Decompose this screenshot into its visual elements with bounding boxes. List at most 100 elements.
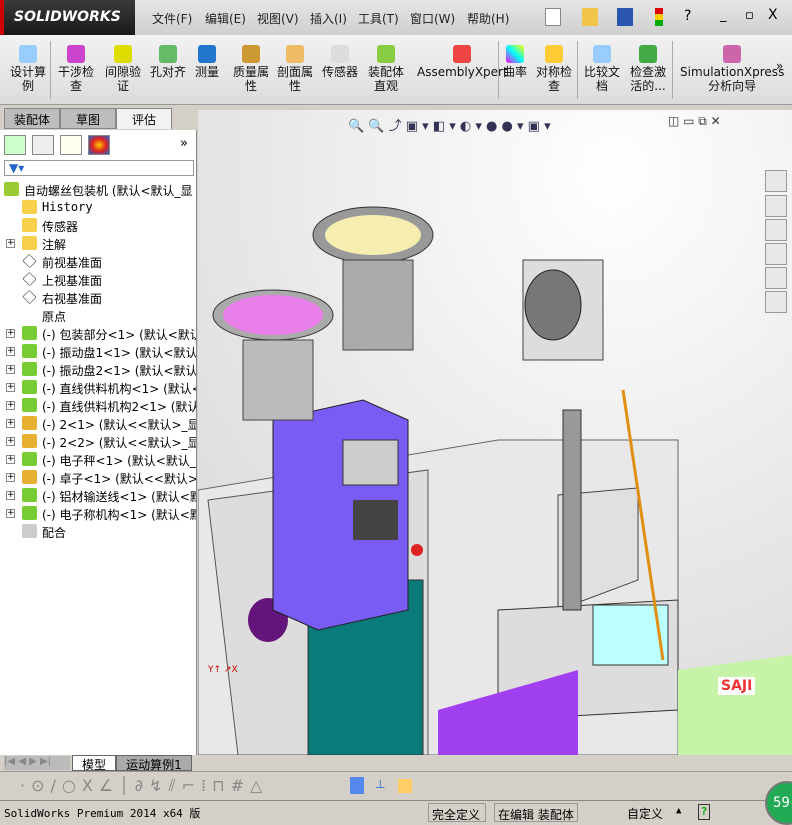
cmd-compare[interactable]: 比较文 档 (584, 45, 620, 93)
expand-icon[interactable]: + (6, 329, 15, 338)
expand-icon[interactable]: + (6, 365, 15, 374)
property-manager-tab-icon[interactable] (32, 135, 54, 155)
measure-tape-icon[interactable] (398, 779, 412, 793)
tab-nav-arrows[interactable]: |◀ ◀ ▶ ▶| (4, 756, 70, 770)
tree-item[interactable]: + (-) 直线供料机构<1> (默认< (0, 379, 196, 397)
cmd-assemblyxpert[interactable]: AssemblyXpert (417, 45, 508, 79)
tree-item-label: 原点 (42, 310, 67, 324)
viewport-window-controls[interactable]: ◫ ▭ ⧉ ✕ (668, 114, 721, 129)
menu-item[interactable]: 工具(T) (358, 10, 399, 27)
more-commands-chevron-icon[interactable]: » (776, 59, 783, 73)
sketch-tool-icons[interactable]: ·⊙/○X∠│∂↯⫽⌐⁞⊓#△ (20, 776, 268, 796)
cmd-interference[interactable]: 干涉检 查 (58, 45, 94, 93)
cmd-clearance[interactable]: 间隙验 证 (105, 45, 141, 93)
cmd-label: 剖面属 性 (277, 65, 314, 93)
tree-item[interactable]: History (0, 199, 196, 217)
tree-item[interactable]: 上视基准面 (0, 271, 196, 289)
expand-icon[interactable]: + (6, 383, 15, 392)
expand-icon[interactable]: + (6, 509, 15, 518)
tree-item[interactable]: + (-) 2<1> (默认<<默认>_显示 (0, 415, 196, 433)
restore-button[interactable]: ▫ (745, 8, 754, 23)
expand-icon[interactable]: + (6, 347, 15, 356)
menu-item[interactable]: 插入(I) (310, 10, 347, 27)
units-arrow-icon[interactable]: ▲ (676, 806, 681, 816)
menu-item[interactable]: 帮助(H) (467, 10, 509, 27)
tree-item[interactable]: + (-) 电子称机构<1> (默认<默 (0, 505, 196, 523)
expand-icon[interactable]: + (6, 491, 15, 500)
new-document-icon[interactable] (545, 8, 561, 26)
graphics-area[interactable]: 🔍 🔍 ⤴ ▣ ▾ ◧ ▾ ◐ ▾ ● ● ▾ ▣ ▾ ◫ ▭ ⧉ ✕ SAJI… (198, 110, 792, 755)
3d-view-icon[interactable] (350, 777, 364, 794)
configuration-tab-icon[interactable] (60, 135, 82, 155)
heads-up-view-toolbar[interactable]: 🔍 🔍 ⤴ ▣ ▾ ◧ ▾ ◐ ▾ ● ● ▾ ▣ ▾ (348, 115, 598, 134)
expand-chevron-icon[interactable]: » (180, 136, 188, 151)
tree-item[interactable]: + (-) 电子秤<1> (默认<默认_显 (0, 451, 196, 469)
cmd-check-active[interactable]: 检查激 活的... (630, 45, 666, 93)
tree-item[interactable]: + (-) 卓子<1> (默认<<默认>_显 (0, 469, 196, 487)
tree-item[interactable]: + 注解 (0, 235, 196, 253)
tree-item[interactable]: + (-) 直线供料机构2<1> (默认 (0, 397, 196, 415)
expand-icon[interactable]: + (6, 239, 15, 248)
minimize-button[interactable]: _ (720, 8, 727, 23)
help-status-icon[interactable]: ? (698, 804, 710, 820)
cmd-assembly-visual[interactable]: 装配体 直观 (368, 45, 404, 93)
view-palette-icon[interactable] (765, 243, 787, 265)
feature-tree-tab-icon[interactable] (4, 135, 26, 155)
custom-properties-icon[interactable] (765, 291, 787, 313)
expand-icon[interactable]: + (6, 473, 15, 482)
home-icon[interactable] (765, 170, 787, 192)
cmd-label: 对称检 查 (536, 65, 573, 93)
tree-item-label: 上视基准面 (42, 274, 103, 288)
asm-icon (22, 452, 37, 466)
cmd-design-study[interactable]: 设计算 例 (10, 45, 46, 93)
tab-model[interactable]: 模型 (72, 755, 116, 772)
save-icon[interactable] (617, 8, 633, 26)
menu-item[interactable]: 文件(F) (152, 10, 192, 27)
tab-assembly[interactable]: 装配体 (4, 108, 60, 129)
cmd-mass-props[interactable]: 质量属 性 (233, 45, 269, 93)
ime-indicator[interactable]: SAJI (718, 677, 756, 695)
tree-item[interactable]: + (-) 2<2> (默认<<默认>_显示 (0, 433, 196, 451)
close-button[interactable]: X (768, 7, 778, 23)
design-library-icon[interactable] (765, 195, 787, 217)
display-manager-tab-icon[interactable] (88, 135, 110, 155)
appearances-icon[interactable] (765, 267, 787, 289)
expand-icon[interactable]: + (6, 455, 15, 464)
tab-evaluate[interactable]: 评估 (116, 108, 172, 129)
asm-icon (22, 488, 37, 502)
tree-item[interactable]: 传感器 (0, 217, 196, 235)
menu-item[interactable]: 视图(V) (257, 10, 299, 27)
cmd-hole-align[interactable]: 孔对齐 (150, 45, 186, 79)
tree-item[interactable]: + (-) 振动盘2<1> (默认<默认_ (0, 361, 196, 379)
rebuild-icon[interactable] (655, 8, 663, 26)
tree-item[interactable]: 前视基准面 (0, 253, 196, 271)
menu-item[interactable]: 编辑(E) (205, 10, 246, 27)
cmd-symmetry[interactable]: 对称检 查 (536, 45, 572, 93)
expand-icon[interactable]: + (6, 401, 15, 410)
open-folder-icon[interactable] (582, 8, 598, 26)
tree-item[interactable]: 右视基准面 (0, 289, 196, 307)
command-tabs: 装配体 草图 评估 (0, 108, 198, 130)
filter-input[interactable]: ▼▾ (4, 160, 194, 176)
tab-motion-study[interactable]: 运动算例1 (116, 755, 192, 772)
cmd-curvature[interactable]: 曲率 (503, 45, 527, 79)
cmd-sensor[interactable]: 传感器 (322, 45, 358, 79)
cmd-section-props[interactable]: 剖面属 性 (277, 45, 313, 93)
tab-sketch[interactable]: 草图 (60, 108, 116, 129)
cmd-measure[interactable]: 测量 (195, 45, 219, 79)
tree-item[interactable]: + (-) 铝材输送线<1> (默认<默 (0, 487, 196, 505)
expand-icon[interactable]: + (6, 437, 15, 446)
tree-item[interactable]: 配合 (0, 523, 196, 541)
tree-root[interactable]: 自动螺丝包装机 (默认<默认_显 (0, 181, 196, 199)
normal-to-icon[interactable]: ⊥ (375, 777, 389, 794)
asm-icon (22, 344, 37, 358)
file-explorer-icon[interactable] (765, 219, 787, 241)
cmd-simulation[interactable]: SimulationXpress 分析向导 (680, 45, 784, 93)
solidworks-logo[interactable]: SOLIDWORKS (0, 0, 135, 35)
tree-item[interactable]: + (-) 包装部分<1> (默认<默认 (0, 325, 196, 343)
help-icon[interactable]: ? (684, 8, 691, 24)
tree-item[interactable]: 原点 (0, 307, 196, 325)
tree-item[interactable]: + (-) 振动盘1<1> (默认<默认_ (0, 343, 196, 361)
expand-icon[interactable]: + (6, 419, 15, 428)
menu-item[interactable]: 窗口(W) (410, 10, 455, 27)
